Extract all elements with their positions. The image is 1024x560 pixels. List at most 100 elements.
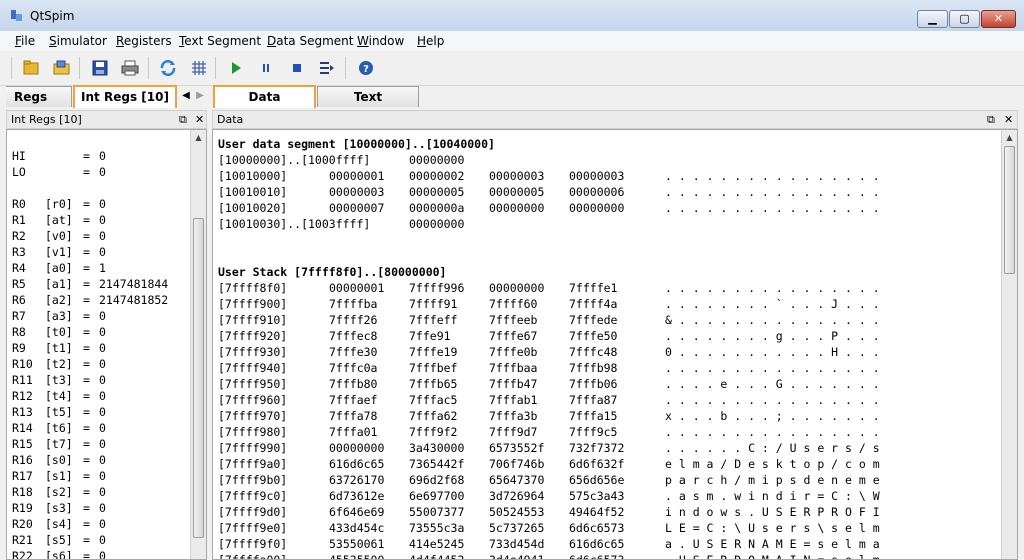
memory-word: 732f7372 [569, 441, 625, 455]
memory-word: 7ffff4a [569, 297, 618, 311]
menu-simulator[interactable]: Simulator [49, 34, 107, 48]
scroll-up-icon[interactable]: ▲ [1002, 130, 1017, 145]
register-value: 0 [99, 373, 106, 387]
memory-word: 7ffe91 [409, 329, 451, 343]
minimize-button[interactable]: ▁ [917, 10, 948, 28]
register-alias: [a0] [45, 261, 73, 275]
memory-word: 7ffffba [329, 297, 378, 311]
scroll-up-icon[interactable]: ▲ [191, 130, 206, 145]
memory-word: 7fff9f2 [409, 425, 458, 439]
memory-word: 00000000 [489, 201, 545, 215]
memory-word: 7fffac5 [409, 393, 458, 407]
save-icon[interactable] [90, 58, 110, 78]
memory-ascii: . . . . . . . . ` . . . J . . . [665, 297, 880, 311]
toolbar: ? [0, 51, 1024, 86]
memory-word: 616d6c65 [329, 457, 385, 471]
register-alias: [a3] [45, 309, 73, 323]
tab-int-regs[interactable]: Int Regs [10] [73, 85, 177, 108]
tab-data[interactable]: Data [213, 85, 316, 108]
register-alias: [t2] [45, 357, 73, 371]
register-equals: = [83, 309, 90, 323]
register-name: R6 [12, 293, 26, 307]
int-regs-dock-title: Int Regs [10] [11, 113, 82, 126]
memory-address: [7ffff910] [218, 313, 288, 327]
toolbar-separator [215, 57, 216, 79]
memory-word: 00000007 [329, 201, 385, 215]
close-dock-icon[interactable]: ✕ [1004, 111, 1013, 128]
load-file-icon[interactable] [52, 58, 72, 78]
register-alias: [s5] [45, 533, 73, 547]
run-icon[interactable] [226, 58, 246, 78]
register-value: 0 [99, 149, 106, 163]
register-alias: [v0] [45, 229, 73, 243]
undock-icon[interactable]: ⧉ [987, 111, 995, 128]
register-alias: [t0] [45, 325, 73, 339]
menu-file[interactable]: File [15, 34, 35, 48]
register-value: 2147481844 [99, 277, 169, 291]
register-value: 0 [99, 533, 106, 547]
register-name: R11 [12, 373, 33, 387]
memory-word: 00000003 [489, 169, 545, 183]
register-value: 0 [99, 229, 106, 243]
memory-word: 7ffff996 [409, 281, 465, 295]
menu-text-segment[interactable]: Text Segment [179, 34, 261, 48]
grid-icon[interactable] [189, 58, 209, 78]
tab-regs[interactable]: Regs [6, 86, 72, 107]
reload-icon[interactable] [158, 58, 178, 78]
stop-icon[interactable] [287, 58, 307, 78]
scrollbar-thumb[interactable] [193, 218, 204, 538]
register-name: LO [12, 165, 26, 179]
register-equals: = [83, 389, 90, 403]
memory-word: 00000005 [489, 185, 545, 199]
maximize-button[interactable]: ▢ [949, 10, 980, 28]
data-scrollbar[interactable]: ▲ [1001, 130, 1017, 559]
register-name: R1 [12, 213, 26, 227]
memory-address: [7ffff9b0] [218, 473, 288, 487]
close-dock-icon[interactable]: ✕ [195, 111, 204, 128]
memory-address: [7ffff930] [218, 345, 288, 359]
help-icon[interactable]: ? [356, 58, 376, 78]
pause-icon[interactable] [256, 58, 276, 78]
memory-ascii: i n d o w s . U S E R P R O F I [665, 505, 880, 519]
memory-word: 73555c3a [409, 521, 465, 535]
memory-address: [7ffffa00] [218, 553, 288, 560]
memory-word: 7fffb80 [329, 377, 378, 391]
memory-ascii: L E = C : \ U s e r s \ s e l m [665, 521, 880, 535]
memory-ascii: . U S E R D O M A I N = s e l m [665, 553, 880, 560]
register-name: R17 [12, 469, 33, 483]
register-name: R7 [12, 309, 26, 323]
data-dock-title: Data [217, 113, 244, 126]
menu-help[interactable]: Help [417, 34, 444, 48]
open-folder-icon[interactable] [22, 58, 42, 78]
memory-word: 7fffe30 [329, 345, 378, 359]
register-equals: = [83, 357, 90, 371]
register-equals: = [83, 213, 90, 227]
tab-scroll-left-icon[interactable]: ◀ [180, 88, 192, 104]
memory-word: 7fffe19 [409, 345, 458, 359]
memory-word: 00000000 [489, 281, 545, 295]
memory-word: 3d726964 [489, 489, 545, 503]
tab-text[interactable]: Text [317, 86, 419, 107]
svg-text:?: ? [363, 64, 369, 75]
register-name: R0 [12, 197, 26, 211]
undock-icon[interactable]: ⧉ [179, 111, 187, 128]
menu-window[interactable]: Window [357, 34, 404, 48]
int-regs-dock-header: Int Regs [10] ⧉ ✕ [6, 110, 207, 129]
memory-word: 6d73612e [329, 489, 385, 503]
menu-data-segment[interactable]: Data Segment [267, 34, 353, 48]
registers-scrollbar[interactable]: ▲ [190, 130, 206, 559]
register-name: R18 [12, 485, 33, 499]
scrollbar-thumb[interactable] [1004, 146, 1015, 274]
register-value: 0 [99, 405, 106, 419]
register-value: 0 [99, 245, 106, 259]
close-button[interactable]: ✕ [981, 10, 1016, 28]
tab-scroll-right-icon[interactable]: ▶ [194, 88, 206, 104]
memory-word: 3a430000 [409, 441, 465, 455]
user-data-segment-header: User data segment [10000000]..[10040000] [218, 137, 495, 151]
memory-word: 7fffede [569, 313, 618, 327]
print-icon[interactable] [120, 58, 140, 78]
single-step-icon[interactable] [317, 58, 337, 78]
register-equals: = [83, 341, 90, 355]
menu-registers[interactable]: Registers [116, 34, 172, 48]
register-value: 0 [99, 165, 106, 179]
